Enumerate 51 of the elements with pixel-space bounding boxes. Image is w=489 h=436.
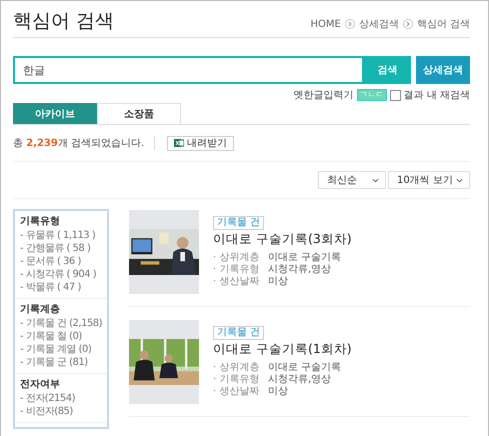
field-value: 이대로 구술기록 [268, 252, 342, 264]
filter-link[interactable]: - 박물류 ( 47 ) [20, 281, 104, 294]
filter-heading: 전자여부 [20, 378, 61, 391]
filter-link[interactable]: - 시청각류 ( 904 ) [20, 268, 104, 281]
filter-link[interactable]: - 간행물류 ( 58 ) [20, 242, 104, 255]
page-title: 핵심어 검색 [13, 9, 114, 33]
spreadsheet-icon [174, 138, 184, 148]
field-label: · 기록유형 [213, 374, 260, 386]
chevron-icon [344, 19, 355, 29]
filter-link[interactable]: - 기록물 철 (0) [20, 330, 104, 343]
keyboard-label: 옛한글입력기 [294, 89, 354, 102]
field-value: 이대로 구술기록 [268, 362, 342, 374]
field-label: · 상위계층 [213, 362, 260, 374]
caret-icon [456, 178, 463, 182]
sort-dropdown[interactable]: 최신순 [318, 171, 386, 189]
page-size-dropdown[interactable]: 10개씩 보기 [388, 171, 470, 189]
checkbox[interactable] [390, 90, 401, 100]
field-value: 시청각류,영상 [268, 374, 332, 386]
chevron-icon [402, 19, 413, 29]
breadcrumb-link[interactable]: 상세검색 [358, 17, 399, 31]
breadcrumb-link[interactable]: HOME [310, 18, 341, 30]
category-tag: 기록물 건 [213, 326, 264, 340]
search-button[interactable]: 검색 [364, 56, 411, 84]
advanced-search-button[interactable]: 상세검색 [416, 56, 470, 84]
filter-heading: 기록유형 [20, 215, 61, 228]
tab[interactable]: 소장품 [97, 103, 181, 124]
filter-link[interactable]: - 기록물 건 (2,158) [20, 317, 104, 330]
field-label: · 생산날짜 [213, 276, 260, 288]
field-value: 미상 [268, 276, 288, 288]
category-tag: 기록물 건 [213, 216, 264, 230]
filter-link[interactable]: - 전자(2154) [20, 392, 104, 405]
checkbox-label: 결과 내 재검색 [404, 89, 470, 102]
filter-link[interactable]: - 유물류 ( 1,113 ) [20, 229, 104, 242]
caret-icon [372, 178, 379, 182]
field-value: 시청각류,영상 [268, 264, 332, 276]
filter-link[interactable]: - 기록물 계열 (0) [20, 343, 104, 356]
result-title[interactable]: 이대로 구술기록(3회차) [213, 231, 352, 248]
field-label: · 기록유형 [213, 264, 260, 276]
tab[interactable]: 아카이브 [13, 103, 97, 124]
download-button[interactable]: 내려받기 [167, 136, 234, 150]
result-title[interactable]: 이대로 구술기록(1회차) [213, 341, 352, 358]
search-field[interactable]: 한글 [13, 56, 364, 84]
result-count: 총 2,239개 검색되었습니다. [13, 136, 156, 150]
filter-heading: 기록계층 [20, 303, 61, 316]
field-label: · 상위계층 [213, 252, 260, 264]
filter-link[interactable]: - 문서류 ( 36 ) [20, 255, 104, 268]
filter-link[interactable]: - 기록물 군 (81) [20, 356, 104, 369]
field-label: · 생산날짜 [213, 386, 260, 398]
field-value: 미상 [268, 386, 288, 398]
breadcrumb-link[interactable]: 핵심어 검색 [416, 17, 470, 31]
filter-link[interactable]: - 비전자(85) [20, 405, 104, 418]
